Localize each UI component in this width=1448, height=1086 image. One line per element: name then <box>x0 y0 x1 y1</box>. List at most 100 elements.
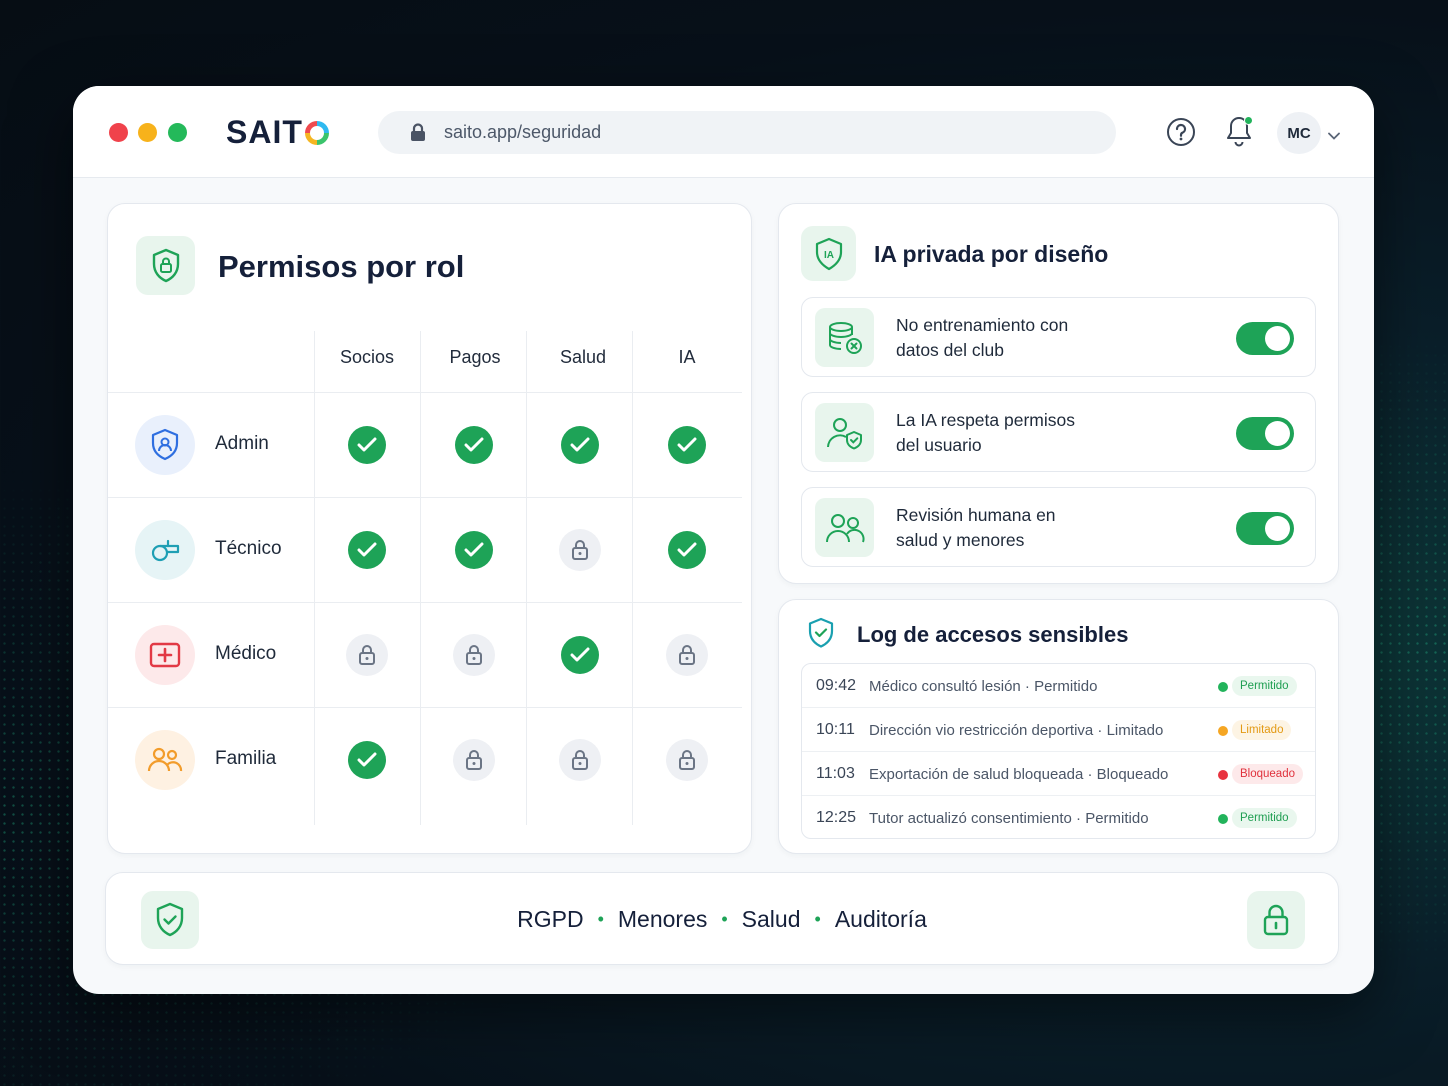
status-dot <box>1218 726 1228 736</box>
check-icon <box>668 531 706 569</box>
private-ai-title: IA privada por diseño <box>874 241 1109 267</box>
ai-shield-icon: IA <box>801 226 856 281</box>
padlock-icon <box>559 739 601 781</box>
log-entry[interactable]: 10:11 Dirección vio restricción deportiv… <box>802 708 1315 752</box>
separator-dot: • <box>721 909 728 929</box>
setting-text: Revisión humana en salud y menores <box>896 503 1146 553</box>
padlock-icon <box>453 634 495 676</box>
log-text: Exportación de salud bloqueada · Bloquea… <box>869 766 1169 783</box>
check-icon <box>561 426 599 464</box>
role-label: Médico <box>215 643 277 664</box>
padlock-icon <box>346 634 388 676</box>
lock-icon <box>410 123 426 142</box>
setting-line1: No entrenamiento con <box>896 315 1069 335</box>
whistle-icon <box>135 520 195 580</box>
permissions-card: Permisos por rol Socios Pagos Salud IA A… <box>107 203 752 854</box>
status-badge: Limitado <box>1232 720 1292 740</box>
check-icon <box>348 741 386 779</box>
status-dot <box>1218 770 1228 780</box>
status-badge: Permitido <box>1232 808 1297 828</box>
separator-dot: • <box>597 909 604 929</box>
url-text: saito.app/seguridad <box>444 122 602 142</box>
check-icon <box>348 426 386 464</box>
toggle-switch[interactable] <box>1236 417 1294 450</box>
setting-no-training: No entrenamiento con datos del club <box>801 297 1316 377</box>
tag-auditoria: Auditoría <box>834 906 927 932</box>
maximize-window-dot[interactable] <box>168 123 187 142</box>
padlock-icon <box>1247 891 1305 949</box>
saito-logo[interactable]: SAIT <box>226 114 329 151</box>
logo-ring-icon <box>304 120 329 145</box>
log-time: 12:25 <box>816 809 857 826</box>
access-log-title: Log de accesos sensibles <box>857 622 1129 647</box>
role-row-admin: Admin <box>108 393 742 497</box>
log-text: Médico consultó lesión · Permitido <box>869 678 1098 695</box>
role-row-medico: Médico <box>108 603 742 707</box>
chevron-down-icon[interactable] <box>1328 127 1340 145</box>
role-label: Familia <box>215 748 277 769</box>
log-time: 10:11 <box>816 721 855 738</box>
svg-text:IA: IA <box>824 250 834 261</box>
check-icon <box>561 636 599 674</box>
user-shield-icon <box>815 403 874 462</box>
family-icon <box>135 730 195 790</box>
browser-window: SAIT saito.app/seguridad MC Permisos por… <box>73 86 1374 994</box>
column-header-ia: IA <box>678 347 696 367</box>
admin-shield-icon <box>135 415 195 475</box>
close-window-dot[interactable] <box>109 123 128 142</box>
minimize-window-dot[interactable] <box>138 123 157 142</box>
logo-text: SAIT <box>226 114 303 150</box>
setting-line2: datos del club <box>896 340 1004 360</box>
column-header-socios: Socios <box>339 347 395 367</box>
separator-dot: • <box>814 909 821 929</box>
setting-text: La IA respeta permisos del usuario <box>896 408 1146 458</box>
top-bar: SAIT saito.app/seguridad MC <box>73 86 1374 178</box>
padlock-icon <box>559 529 601 571</box>
check-icon <box>348 531 386 569</box>
log-entry[interactable]: 12:25 Tutor actualizó consentimiento · P… <box>802 796 1315 838</box>
shield-lock-icon <box>136 236 195 295</box>
toggle-switch[interactable] <box>1236 512 1294 545</box>
log-time: 11:03 <box>816 765 855 782</box>
medical-cross-icon <box>135 625 195 685</box>
setting-respect-permissions: La IA respeta permisos del usuario <box>801 392 1316 472</box>
column-header-salud: Salud <box>559 347 607 367</box>
setting-text: No entrenamiento con datos del club <box>896 313 1146 363</box>
toggle-switch[interactable] <box>1236 322 1294 355</box>
status-badge: Permitido <box>1232 676 1297 696</box>
padlock-icon <box>453 739 495 781</box>
help-icon[interactable] <box>1166 117 1196 152</box>
people-icon <box>815 498 874 557</box>
address-bar[interactable]: saito.app/seguridad <box>378 111 1116 154</box>
check-icon <box>455 531 493 569</box>
setting-line2: salud y menores <box>896 530 1025 550</box>
setting-line2: del usuario <box>896 435 982 455</box>
tag-rgpd: RGPD <box>517 906 584 932</box>
log-text: Dirección vio restricción deportiva · Li… <box>869 722 1164 739</box>
access-log-card: Log de accesos sensibles 09:42 Médico co… <box>778 599 1339 854</box>
log-entry[interactable]: 11:03 Exportación de salud bloqueada · B… <box>802 752 1315 796</box>
avatar[interactable]: MC <box>1277 112 1321 154</box>
setting-human-review: Revisión humana en salud y menores <box>801 487 1316 567</box>
log-entry[interactable]: 09:42 Médico consultó lesión · Permitido… <box>802 664 1315 708</box>
database-x-icon <box>815 308 874 367</box>
log-text: Tutor actualizó consentimiento · Permiti… <box>869 810 1149 827</box>
compliance-tags: RGPD • Menores • Salud • Auditoría <box>106 906 1338 933</box>
notification-indicator <box>1244 116 1253 125</box>
check-icon <box>455 426 493 464</box>
tag-salud: Salud <box>741 906 801 932</box>
role-label: Admin <box>215 433 269 454</box>
status-badge: Bloqueado <box>1232 764 1303 784</box>
compliance-footer: RGPD • Menores • Salud • Auditoría <box>105 872 1339 965</box>
status-dot <box>1218 814 1228 824</box>
access-log-list: 09:42 Médico consultó lesión · Permitido… <box>801 663 1316 839</box>
check-icon <box>668 426 706 464</box>
padlock-icon <box>666 739 708 781</box>
column-header-pagos: Pagos <box>449 347 501 367</box>
role-label: Técnico <box>215 538 282 559</box>
shield-check-icon <box>807 617 835 654</box>
status-dot <box>1218 682 1228 692</box>
role-row-tecnico: Técnico <box>108 498 742 602</box>
padlock-icon <box>666 634 708 676</box>
log-time: 09:42 <box>816 677 857 694</box>
